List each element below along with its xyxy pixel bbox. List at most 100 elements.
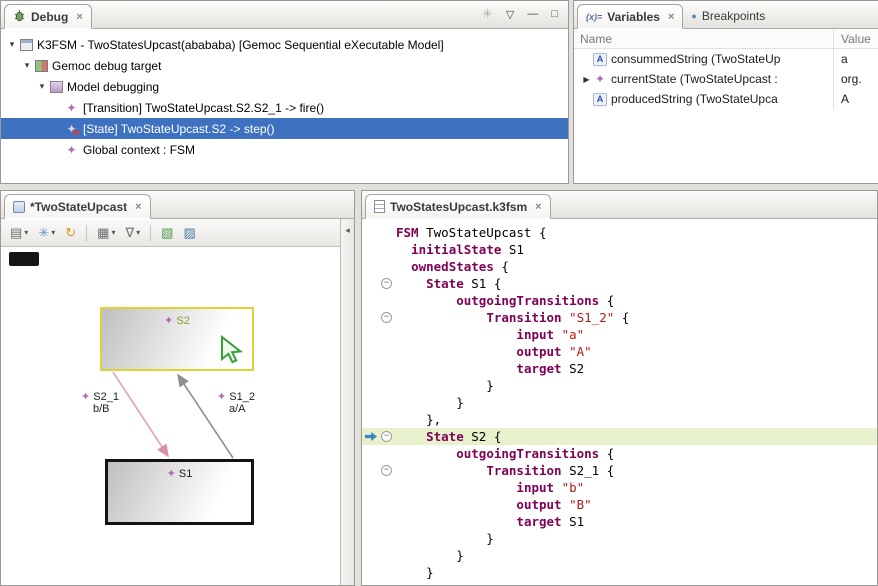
palette-collapse-icon[interactable]: ◂: [345, 225, 350, 235]
close-icon[interactable]: ×: [135, 201, 141, 213]
code-text: target S2: [396, 360, 584, 377]
transition-label-S1_2[interactable]: ✦ S1_2 a/A: [217, 391, 255, 415]
minimize-icon[interactable]: —: [527, 8, 538, 20]
transition-edges-layer: [1, 247, 340, 585]
diagram-editor: *TwoStateUpcast × ▤▾✳▾↻▦▾∇▾▧▨ ◂ ✦S2: [0, 190, 355, 586]
select-icon: ✳: [38, 225, 49, 241]
dropdown-arrow-icon[interactable]: ▾: [111, 228, 115, 237]
column-header-name[interactable]: Name: [574, 29, 834, 48]
code-line: output "A": [362, 343, 877, 360]
tab-diagram-editor[interactable]: *TwoStateUpcast ×: [4, 194, 151, 219]
variables-view-tabbar: (x)= Variables × ● Breakpoints: [574, 1, 878, 29]
select-button[interactable]: ✳▾: [35, 223, 58, 243]
debug-tree-item[interactable]: ✦Global context : FSM: [1, 139, 568, 160]
plain-token: [396, 242, 411, 257]
transition-edge-S1_2[interactable]: [178, 375, 233, 458]
code-gutter: [362, 564, 396, 581]
fold-marker-icon[interactable]: −: [381, 312, 392, 323]
plain-token: [396, 361, 516, 376]
diagram-file-icon: [13, 201, 25, 213]
fold-marker-icon[interactable]: −: [381, 431, 392, 442]
variables-table-header: Name Value: [574, 29, 878, 49]
code-text: State S1 {: [396, 275, 501, 292]
refresh-button[interactable]: ↻: [62, 223, 79, 243]
export-image-button[interactable]: ▨: [180, 223, 198, 243]
debug-tree-item[interactable]: ▾Gemoc debug target: [1, 55, 568, 76]
code-gutter: [362, 479, 396, 496]
transition-edge-S2_1[interactable]: [113, 372, 168, 456]
debug-tree-item[interactable]: ✦[Transition] TwoStateUpcast.S2.S2_1 -> …: [1, 97, 568, 118]
maximize-icon[interactable]: □: [551, 8, 558, 20]
code-gutter: [362, 258, 396, 275]
view-menu-icon[interactable]: ▽: [506, 8, 514, 21]
close-icon[interactable]: ×: [668, 11, 674, 23]
transition-name: S2_1: [93, 391, 119, 403]
code-text: }: [396, 394, 464, 411]
code-gutter: [362, 377, 396, 394]
tab-breakpoints[interactable]: ● Breakpoints: [683, 3, 773, 28]
tree-item-label: [State] TwoStateUpcast.S2 -> step(): [83, 122, 281, 136]
debug-tree-item[interactable]: ▾K3FSM - TwoStatesUpcast(abababa) [Gemoc…: [1, 34, 568, 55]
code-text: State S2 {: [396, 428, 501, 445]
plain-token: {: [599, 446, 614, 461]
close-icon[interactable]: ×: [76, 11, 82, 23]
export-table-button[interactable]: ▧: [158, 223, 176, 243]
code-text: output "A": [396, 343, 592, 360]
code-editor-tabbar: TwoStatesUpcast.k3fsm ×: [362, 191, 877, 219]
expander-icon[interactable]: ▾: [5, 39, 19, 50]
k3fsm-file-icon: [374, 200, 385, 213]
diagram-canvas[interactable]: ✦S2 ✦S1 ✦ S2_1 b/B ✦ S1_2 a/A: [1, 247, 340, 585]
cursor-pointer-icon: [220, 335, 246, 370]
column-header-value[interactable]: Value: [834, 32, 871, 46]
code-line: output "B": [362, 496, 877, 513]
clipboard-button[interactable]: ▦▾: [94, 223, 118, 243]
toolbar-separator: [86, 225, 87, 241]
keyword-token: input: [516, 327, 554, 342]
variable-row[interactable]: ▶✦currentState (TwoStateUpcast :org.: [574, 69, 878, 89]
dropdown-arrow-icon[interactable]: ▾: [136, 228, 140, 237]
variable-row[interactable]: AconsummedString (TwoStateUpa: [574, 49, 878, 69]
dropdown-arrow-icon[interactable]: ▾: [51, 228, 55, 237]
close-icon[interactable]: ×: [535, 201, 541, 213]
plain-token: [396, 293, 456, 308]
state-node-S1[interactable]: ✦S1: [105, 459, 254, 525]
funnel-button[interactable]: ∇▾: [122, 223, 143, 243]
layers-button[interactable]: ▤▾: [7, 223, 31, 243]
tree-item-label: [Transition] TwoStateUpcast.S2.S2_1 -> f…: [83, 101, 330, 115]
tab-debug[interactable]: Debug ×: [4, 4, 92, 29]
variable-value-cell: A: [834, 92, 849, 106]
variable-row[interactable]: AproducedString (TwoStateUpcaA: [574, 89, 878, 109]
transition-label-S2_1[interactable]: ✦ S2_1 b/B: [81, 391, 119, 415]
fold-marker-icon[interactable]: −: [381, 278, 392, 289]
code-text: ownedStates {: [396, 258, 509, 275]
code-text: }: [396, 530, 494, 547]
variable-name-cell: AproducedString (TwoStateUpca: [574, 89, 834, 109]
variable-value-cell: org.: [834, 72, 862, 86]
transition-name: S1_2: [229, 391, 255, 403]
code-area[interactable]: FSM TwoStateUpcast { initialState S1 own…: [362, 219, 877, 581]
tab-variables[interactable]: (x)= Variables ×: [577, 4, 683, 29]
plain-token: [396, 497, 516, 512]
keyword-token: ownedStates: [411, 259, 494, 274]
code-text: }: [396, 377, 494, 394]
plain-token: [396, 480, 516, 495]
code-line: input "b": [362, 479, 877, 496]
disconnect-icon[interactable]: ✳: [482, 6, 493, 22]
debug-tree-item[interactable]: ✦[State] TwoStateUpcast.S2 -> step(): [1, 118, 568, 139]
keyword-token: output: [516, 344, 561, 359]
expander-icon[interactable]: ▾: [35, 81, 49, 92]
transition-diamond-icon: ✦: [217, 391, 226, 403]
dropdown-arrow-icon[interactable]: ▾: [24, 228, 28, 237]
code-text: initialState S1: [396, 241, 524, 258]
tab-code-editor[interactable]: TwoStatesUpcast.k3fsm ×: [365, 194, 551, 219]
fold-marker-icon[interactable]: −: [381, 465, 392, 476]
tab-code-label: TwoStatesUpcast.k3fsm: [390, 200, 527, 214]
expander-icon[interactable]: ▶: [580, 75, 593, 84]
variables-view: (x)= Variables × ● Breakpoints Name Valu…: [573, 0, 878, 184]
plain-token: S1: [562, 514, 585, 529]
code-line: }: [362, 377, 877, 394]
expander-icon[interactable]: ▾: [20, 60, 34, 71]
code-gutter: −: [362, 462, 396, 479]
plain-token: }: [396, 531, 494, 546]
debug-tree-item[interactable]: ▾Model debugging: [1, 76, 568, 97]
